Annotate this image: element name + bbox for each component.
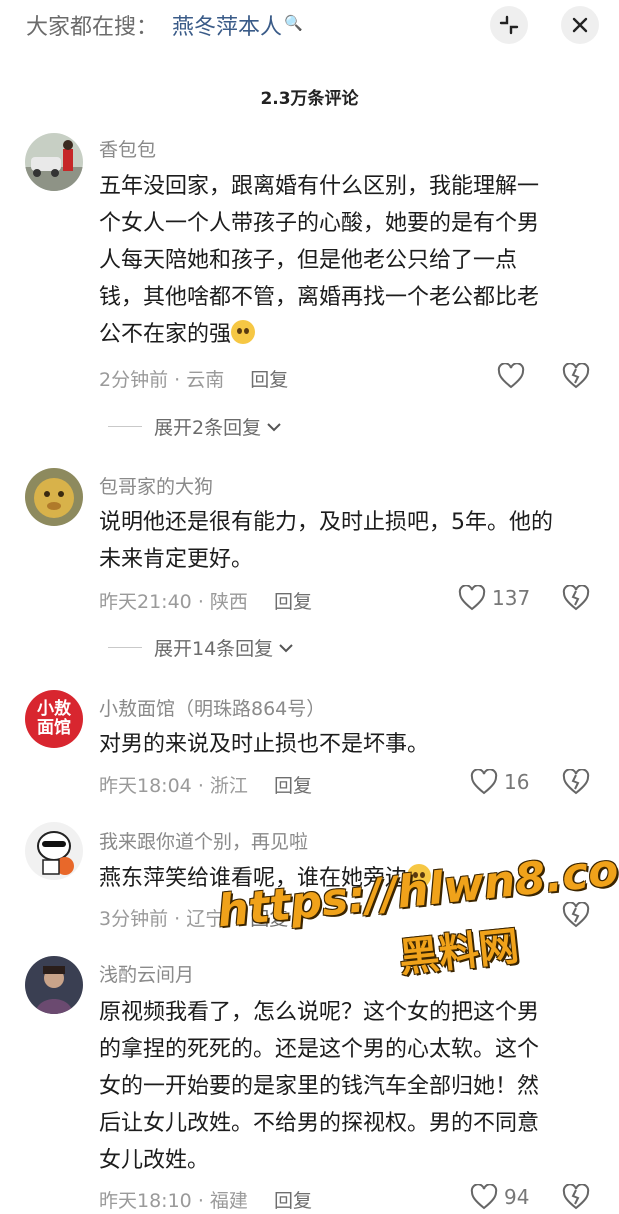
avatar[interactable] xyxy=(25,822,83,880)
comment-line: 的拿捏的死死的。还是这个男的心太软。这个 xyxy=(99,1037,540,1062)
like-count: 137 xyxy=(492,586,531,610)
meta-dot: · xyxy=(197,591,204,613)
comment-meta: 昨天21:40 · 陕西 回复 xyxy=(99,587,312,614)
comment-line: 女儿改姓。 xyxy=(99,1148,210,1173)
avatar[interactable] xyxy=(25,468,83,526)
comment-line: 后让女儿改姓。不给男的探视权。男的不同意 xyxy=(99,1111,540,1136)
watermark-brand: 黑料网 xyxy=(396,923,522,982)
comment-location: 云南 xyxy=(186,369,225,391)
comment-author[interactable]: 我来跟你道个别，再见啦 xyxy=(99,827,308,854)
dislike-button[interactable] xyxy=(562,362,590,389)
like-button[interactable]: 16 xyxy=(470,767,529,797)
meta-dot: · xyxy=(197,1190,204,1212)
comments-count: 2.3万条评论 xyxy=(260,89,359,109)
reply-button[interactable]: 回复 xyxy=(250,369,288,391)
like-count: 16 xyxy=(504,770,530,794)
heart-icon xyxy=(458,585,486,611)
broken-heart-icon xyxy=(562,768,590,795)
like-count: 94 xyxy=(504,1185,530,1209)
comment-author[interactable]: 浅酌云间月 xyxy=(99,960,194,987)
divider xyxy=(108,647,142,648)
comment-time: 2分钟前 xyxy=(99,369,169,391)
comment-author[interactable]: 香包包 xyxy=(99,135,156,162)
chevron-down-icon xyxy=(279,643,293,652)
search-query: 燕冬萍本人 xyxy=(172,15,283,40)
comment-line: 五年没回家，跟离婚有什么区别，我能理解一 xyxy=(99,174,540,199)
top-bar: 大家都在搜： 燕冬萍本人 🔍 xyxy=(0,0,619,52)
comment-text: 五年没回家，跟离婚有什么区别，我能理解一 个女人一个人带孩子的心酸，她要的是有个… xyxy=(99,168,589,353)
comment-text: 对男的来说及时止损也不是坏事。 xyxy=(99,726,589,763)
comment-time: 昨天18:10 xyxy=(99,1190,192,1212)
comment-text: 说明他还是很有能力，及时止损吧，5年。他的 未来肯定更好。 xyxy=(99,504,589,578)
comment-line: 未来肯定更好。 xyxy=(99,547,254,572)
heart-icon xyxy=(497,363,525,389)
comment-author[interactable]: 小敖面馆（明珠路864号） xyxy=(99,694,325,721)
reply-button[interactable]: 回复 xyxy=(274,1190,312,1212)
expand-replies-label: 展开14条回复 xyxy=(154,638,274,660)
comment-time: 昨天18:04 xyxy=(99,775,192,797)
dislike-button[interactable] xyxy=(562,584,590,611)
comment-author[interactable]: 包哥家的大狗 xyxy=(99,472,213,499)
search-icon: 🔍 xyxy=(284,14,303,32)
close-icon xyxy=(572,17,588,33)
meta-dot: · xyxy=(174,369,181,391)
chevron-down-icon xyxy=(267,422,281,431)
meta-dot: · xyxy=(197,775,204,797)
comment-meta: 2分钟前 · 云南 回复 xyxy=(99,365,288,392)
collapse-icon xyxy=(499,15,519,35)
comment-line: 个女人一个人带孩子的心酸，她要的是有个男 xyxy=(99,211,540,236)
reply-button[interactable]: 回复 xyxy=(274,591,312,613)
like-button[interactable] xyxy=(497,361,525,391)
pleading-emoji-icon xyxy=(231,320,256,344)
comment-line: 原视频我看了，怎么说呢？这个女的把这个男 xyxy=(99,1000,540,1025)
expand-replies[interactable]: 展开14条回复 xyxy=(108,634,295,661)
broken-heart-icon xyxy=(562,584,590,611)
collapse-button[interactable] xyxy=(490,6,528,44)
comment-text: 原视频我看了，怎么说呢？这个女的把这个男 的拿捏的死死的。还是这个男的心太软。这… xyxy=(99,994,589,1179)
comment-time: 3分钟前 xyxy=(99,908,169,930)
comment-time: 昨天21:40 xyxy=(99,591,192,613)
reply-button[interactable]: 回复 xyxy=(274,775,312,797)
comment-line: 人每天陪她和孩子，但是他老公只给了一点 xyxy=(99,248,518,273)
comment-line: 对男的来说及时止损也不是坏事。 xyxy=(99,732,430,757)
avatar[interactable]: 小敖面馆 xyxy=(25,690,83,748)
comment-line: 说明他还是很有能力，及时止损吧，5年。他的 xyxy=(99,510,553,535)
like-button[interactable]: 94 xyxy=(470,1182,529,1212)
search-prefix: 大家都在搜： xyxy=(26,15,159,40)
expand-replies-label: 展开2条回复 xyxy=(154,417,262,439)
comment-location: 陕西 xyxy=(209,591,248,613)
comment-meta: 昨天18:10 · 福建 回复 xyxy=(99,1186,312,1213)
comment-line: 女的一开始要的是家里的钱汽车全部归她！然 xyxy=(99,1074,540,1099)
close-button[interactable] xyxy=(561,6,599,44)
comment-meta: 昨天18:04 · 浙江 回复 xyxy=(99,771,312,798)
divider xyxy=(108,426,142,427)
avatar[interactable] xyxy=(25,133,83,191)
heart-icon xyxy=(470,769,498,795)
dislike-button[interactable] xyxy=(562,1183,590,1210)
comment-line: 钱，其他啥都不管，离婚再找一个老公都比老 xyxy=(99,285,540,310)
like-button[interactable]: 137 xyxy=(458,583,530,613)
comment-location: 浙江 xyxy=(209,775,248,797)
avatar[interactable] xyxy=(25,956,83,1014)
avatar-text: 小敖面馆 xyxy=(37,699,71,738)
broken-heart-icon xyxy=(562,362,590,389)
comment-line-text: 公不在家的强 xyxy=(99,322,232,347)
heart-icon xyxy=(470,1184,498,1210)
comment-location: 福建 xyxy=(209,1190,248,1212)
broken-heart-icon xyxy=(562,1183,590,1210)
search-suggestion-link[interactable]: 燕冬萍本人 🔍 xyxy=(172,9,303,41)
expand-replies[interactable]: 展开2条回复 xyxy=(108,413,283,440)
dislike-button[interactable] xyxy=(562,768,590,795)
comment-line: 公不在家的强 xyxy=(99,316,589,353)
meta-dot: · xyxy=(174,908,181,930)
